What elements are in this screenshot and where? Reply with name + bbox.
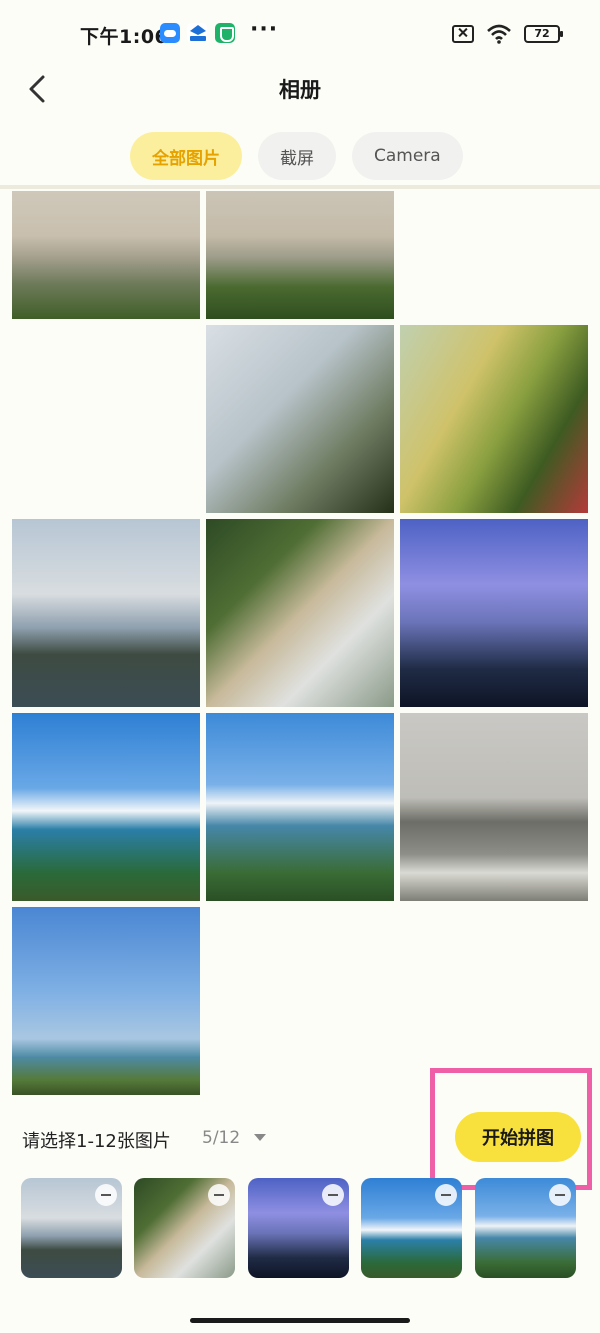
- page-title: 相册: [279, 78, 321, 102]
- photo-image: [206, 713, 394, 901]
- tab-screenshots[interactable]: 截屏: [258, 132, 336, 180]
- album-tabs: 全部图片 截屏 Camera: [130, 132, 463, 182]
- photo-image: [206, 191, 394, 319]
- photo-image: [206, 519, 394, 707]
- remove-icon[interactable]: [435, 1184, 457, 1206]
- photo-image: [400, 713, 588, 901]
- selected-thumb-coastline-1[interactable]: [361, 1178, 462, 1278]
- photo-image: [12, 191, 200, 319]
- status-indicators: 72: [452, 24, 563, 44]
- selection-hint: 请选择1-12张图片: [22, 1131, 171, 1152]
- battery-icon: 72: [524, 25, 563, 43]
- remove-icon[interactable]: [208, 1184, 230, 1206]
- tab-all-photos[interactable]: 全部图片: [130, 132, 242, 180]
- photo-misty-waterfall[interactable]: [206, 519, 394, 707]
- shield-app-icon: [215, 23, 235, 43]
- grid-divider: [0, 185, 600, 189]
- caret-down-icon[interactable]: [254, 1134, 266, 1141]
- status-bar: 下午1:06 ··· 72: [0, 0, 600, 66]
- home-indicator[interactable]: [190, 1318, 410, 1323]
- photo-coastline-2[interactable]: [206, 713, 394, 901]
- cmbt-app-icon: [187, 23, 207, 43]
- album-screen: 下午1:06 ··· 72 相册 全部图片 截屏 Camera 请选择1-12张…: [0, 0, 600, 1333]
- photo-tower-at-dusk[interactable]: [400, 519, 588, 707]
- selected-thumb-lakeside-building[interactable]: [21, 1178, 122, 1278]
- photo-coastline-1[interactable]: [12, 713, 200, 901]
- header: 相册: [0, 66, 600, 116]
- status-time: 下午1:06: [80, 26, 169, 48]
- photo-coast-sky[interactable]: [12, 907, 200, 1095]
- tab-camera[interactable]: Camera: [352, 132, 463, 180]
- photo-city-view-2[interactable]: [206, 191, 394, 319]
- photo-tree-branches[interactable]: [206, 325, 394, 513]
- wifi-icon: [486, 24, 512, 44]
- selected-thumb-tower-at-dusk[interactable]: [248, 1178, 349, 1278]
- photo-image: [400, 519, 588, 707]
- selected-thumb-misty-waterfall[interactable]: [134, 1178, 235, 1278]
- remove-icon[interactable]: [322, 1184, 344, 1206]
- remove-icon[interactable]: [549, 1184, 571, 1206]
- start-collage-button[interactable]: 开始拼图: [455, 1112, 581, 1162]
- selected-thumb-coastline-2[interactable]: [475, 1178, 576, 1278]
- photo-lakeside-building[interactable]: [12, 519, 200, 707]
- photo-image: [400, 325, 588, 513]
- photo-image: [12, 907, 200, 1095]
- photo-city-view-1[interactable]: [12, 191, 200, 319]
- more-icon: ···: [250, 17, 279, 42]
- photo-beach-waves[interactable]: [400, 713, 588, 901]
- photo-image: [206, 325, 394, 513]
- selection-count[interactable]: 5/12: [202, 1128, 240, 1148]
- photo-image: [12, 519, 200, 707]
- cloud-app-icon: [160, 23, 180, 43]
- sim-off-icon: [452, 25, 474, 43]
- photo-garden-path[interactable]: [400, 325, 588, 513]
- remove-icon[interactable]: [95, 1184, 117, 1206]
- photo-image: [12, 713, 200, 901]
